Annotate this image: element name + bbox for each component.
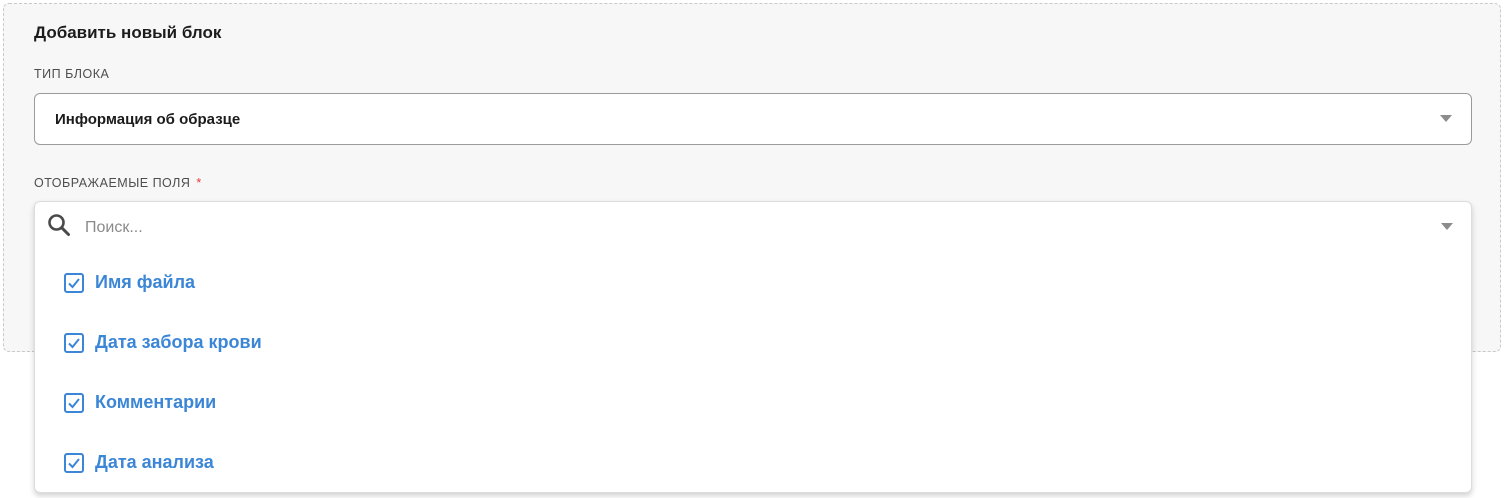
option-item[interactable]: Дата анализа <box>35 432 1471 492</box>
block-type-select[interactable]: Информация об образце <box>34 93 1472 145</box>
option-label: Дата анализа <box>95 452 214 472</box>
checkbox[interactable] <box>64 333 84 353</box>
checkbox[interactable] <box>64 393 84 413</box>
checkbox[interactable] <box>64 453 84 473</box>
chevron-down-icon <box>1440 115 1452 122</box>
search-icon <box>47 213 71 237</box>
displayed-fields-label: ОТОБРАЖАЕМЫЕ ПОЛЯ * <box>34 176 202 190</box>
checkbox[interactable] <box>64 273 84 293</box>
displayed-fields-label-text: ОТОБРАЖАЕМЫЕ ПОЛЯ <box>34 176 191 190</box>
option-label: Имя файла <box>95 272 196 292</box>
chevron-down-icon[interactable] <box>1441 223 1453 230</box>
option-item[interactable]: Имя файла <box>35 252 1471 312</box>
checkmark-icon <box>68 398 80 409</box>
required-mark: * <box>196 176 202 190</box>
option-item[interactable]: Дата забора крови <box>35 312 1471 372</box>
options-list: Имя файла Дата забора крови Комментарии … <box>35 252 1471 492</box>
search-row <box>35 202 1471 252</box>
block-type-value: Информация об образце <box>55 111 241 128</box>
checkmark-icon <box>68 458 80 469</box>
option-label: Дата забора крови <box>95 332 262 352</box>
option-label: Комментарии <box>95 392 217 412</box>
option-item[interactable]: Комментарии <box>35 372 1471 432</box>
checkmark-icon <box>68 338 80 349</box>
displayed-fields-multiselect: Имя файла Дата забора крови Комментарии … <box>34 201 1472 493</box>
block-type-label: ТИП БЛОКА <box>34 67 110 81</box>
panel-title: Добавить новый блок <box>34 23 222 42</box>
checkmark-icon <box>68 278 80 289</box>
search-input[interactable] <box>83 214 1417 242</box>
